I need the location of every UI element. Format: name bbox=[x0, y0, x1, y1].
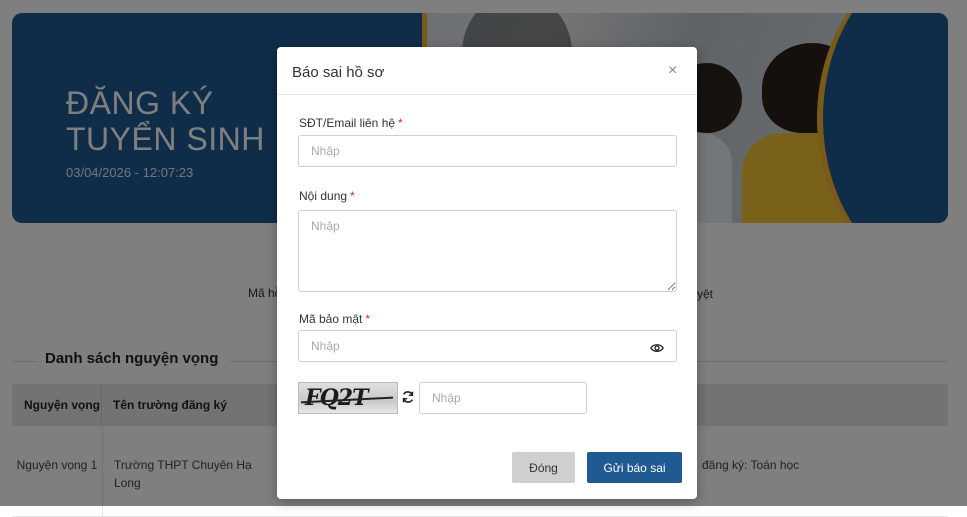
refresh-icon[interactable] bbox=[401, 390, 415, 404]
report-error-modal: Báo sai hồ sơ × SĐT/Email liên hệ* Nội d… bbox=[277, 47, 697, 499]
security-code-label: Mã bảo mật * bbox=[299, 312, 371, 326]
content-label: Nội dung * bbox=[299, 189, 355, 203]
content-textarea[interactable] bbox=[298, 210, 677, 292]
captcha-input[interactable] bbox=[419, 382, 587, 414]
captcha-image: FQ2T bbox=[298, 382, 398, 414]
modal-title: Báo sai hồ sơ bbox=[292, 64, 385, 81]
modal-header: Báo sai hồ sơ × bbox=[277, 47, 697, 95]
contact-label: SĐT/Email liên hệ * bbox=[299, 116, 403, 130]
submit-report-button[interactable]: Gửi báo sai bbox=[587, 452, 682, 483]
close-button[interactable]: Đóng bbox=[512, 452, 575, 483]
security-code-input[interactable] bbox=[298, 330, 677, 362]
close-icon[interactable]: × bbox=[668, 62, 677, 80]
eye-icon[interactable] bbox=[650, 341, 664, 355]
contact-input[interactable] bbox=[298, 135, 677, 167]
